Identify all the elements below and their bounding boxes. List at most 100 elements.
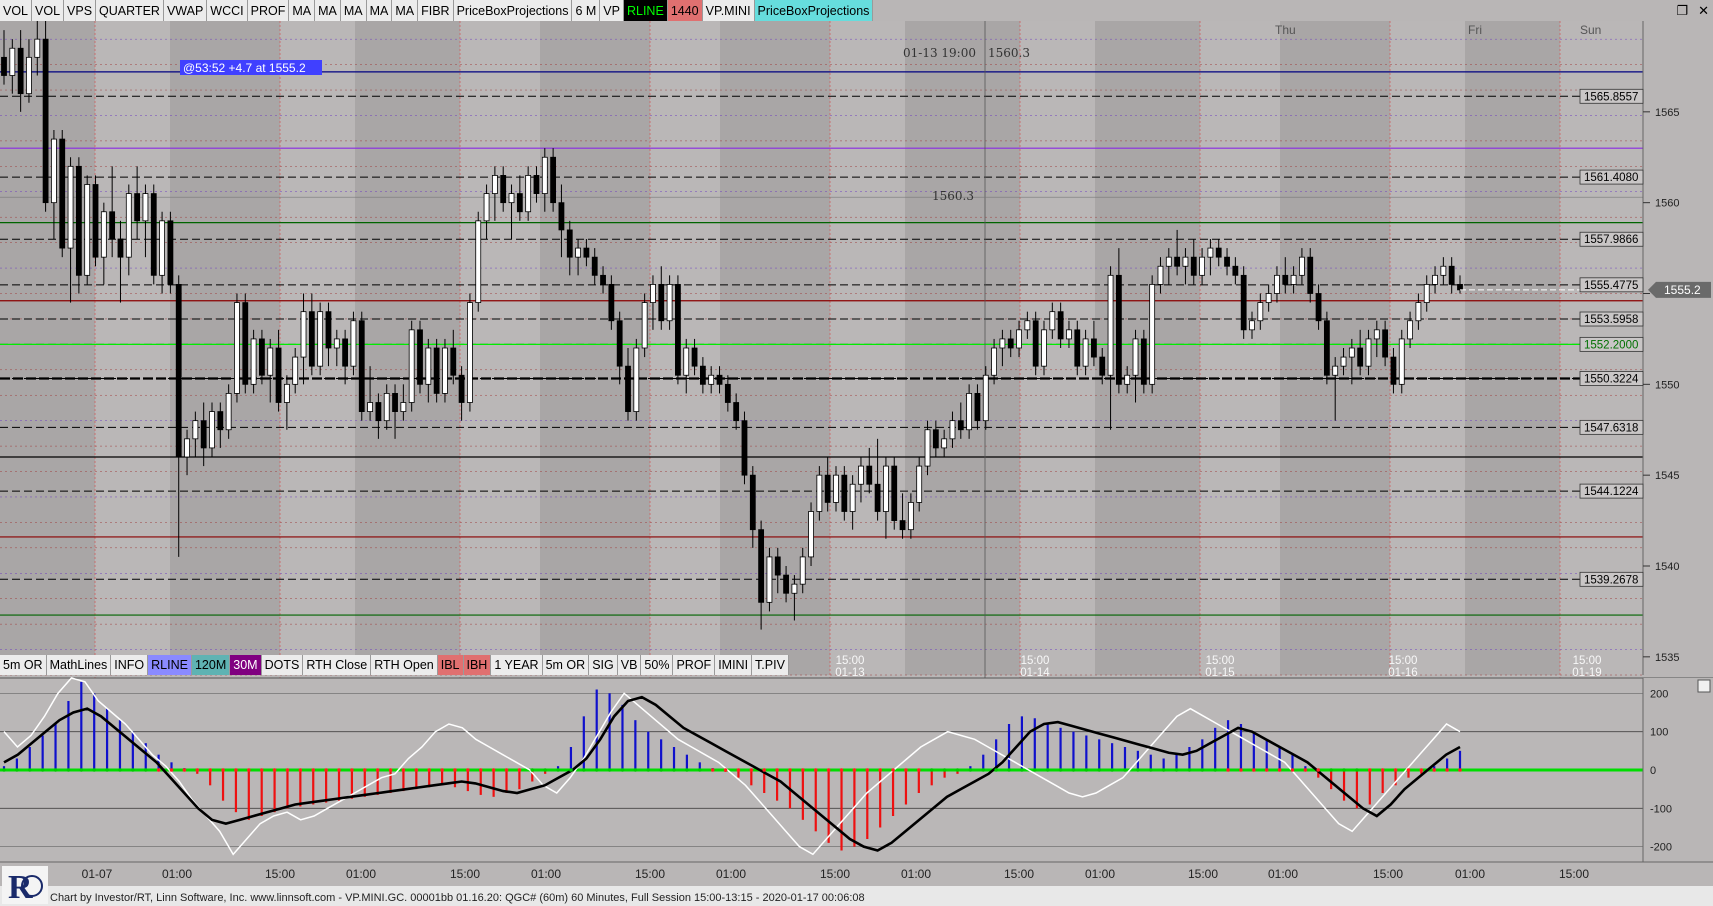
squeeze-dot — [1161, 768, 1166, 772]
squeeze-dot — [633, 768, 638, 772]
squeeze-dot — [298, 768, 303, 772]
candle-body — [1332, 365, 1339, 376]
squeeze-dot — [968, 768, 973, 772]
squeeze-dot — [208, 768, 212, 772]
price-tick-label: 1535 — [1655, 652, 1679, 664]
candle-body — [1373, 329, 1380, 340]
indicator-tick-label: 0 — [1650, 765, 1656, 777]
candle-body — [450, 347, 457, 376]
candle-body — [816, 474, 823, 512]
candle-body — [383, 393, 390, 422]
squeeze-dot — [775, 768, 779, 772]
candle-body — [1232, 265, 1239, 276]
squeeze-dot — [53, 768, 58, 772]
candle-body — [633, 347, 640, 412]
candle-body — [1299, 256, 1305, 276]
tb3-30m-button[interactable]: 30M — [230, 655, 262, 675]
squeeze-dot — [1239, 768, 1243, 772]
candle-body — [866, 465, 873, 485]
time-tick-label: 15:00 — [1004, 867, 1034, 881]
candle-body — [533, 175, 540, 194]
time-tick-label: 15:00 — [265, 867, 295, 881]
tb3-120m-button[interactable]: 120M — [191, 655, 231, 675]
tb3-rth-close-button[interactable]: RTH Close — [303, 655, 372, 675]
tb3-rth-open-button[interactable]: RTH Open — [371, 655, 438, 675]
squeeze-dot — [1355, 768, 1359, 772]
candle-body — [117, 238, 124, 258]
x-time-label: 15:00 — [1021, 655, 1050, 667]
time-tick-label: 01:00 — [716, 867, 746, 881]
candle-body — [1432, 274, 1438, 285]
squeeze-dot — [1071, 768, 1076, 772]
candle-body — [1448, 265, 1455, 285]
crosshair-time-label: 01-13 19:00 — [903, 46, 976, 60]
candle-body — [283, 383, 290, 403]
candle-body — [716, 374, 723, 385]
candle-body — [966, 393, 973, 431]
squeeze-dot — [491, 768, 496, 772]
candle-body — [142, 193, 149, 222]
tb3-dots-button[interactable]: DOTS — [262, 655, 304, 675]
candle-body — [200, 420, 207, 449]
candle-body — [109, 211, 116, 240]
squeeze-dot — [1406, 768, 1411, 772]
price-tick-label: 1550 — [1655, 379, 1679, 391]
candle-body — [342, 338, 349, 367]
squeeze-dot — [1097, 768, 1102, 772]
price-tick-label: 1565 — [1655, 107, 1679, 119]
candle-body — [1390, 356, 1397, 385]
candle-body — [400, 402, 407, 412]
squeeze-dot — [440, 768, 444, 772]
squeeze-dot — [1303, 768, 1308, 772]
candle-body — [442, 347, 448, 394]
candle-body — [250, 338, 257, 385]
footer-text: Chart by Investor/RT, Linn Software, Inc… — [50, 892, 865, 904]
tb3-info-button[interactable]: INFO — [111, 655, 149, 675]
level-label: 1553.5958 — [1584, 314, 1638, 326]
candle-body — [34, 38, 41, 58]
squeeze-dot — [1445, 768, 1449, 772]
squeeze-dot — [92, 768, 96, 772]
squeeze-dot — [672, 768, 676, 772]
candle-body — [1290, 274, 1297, 285]
candle-body — [209, 411, 215, 449]
candle-body — [1382, 329, 1389, 358]
time-tick-label: 01:00 — [1268, 867, 1298, 881]
candle-body — [883, 465, 889, 512]
squeeze-dot — [1226, 768, 1230, 772]
candle-body — [175, 284, 182, 458]
candle-body — [267, 347, 274, 376]
tb3-50--button[interactable]: 50% — [641, 655, 674, 675]
tb3-t-piv-button[interactable]: T.PIV — [752, 655, 789, 675]
tb3-imini-button[interactable]: IMINI — [715, 655, 753, 675]
tb3-ibh-button[interactable]: IBH — [463, 655, 492, 675]
candle-body — [51, 138, 57, 204]
candle-body — [924, 429, 931, 467]
tb3-ibl-button[interactable]: IBL — [437, 655, 464, 675]
price-tick-label: 1560 — [1655, 198, 1679, 210]
tb3-prof-button[interactable]: PROF — [673, 655, 716, 675]
candle-body — [982, 374, 989, 422]
tb3-mathlines-button[interactable]: MathLines — [47, 655, 112, 675]
candle-body — [1149, 284, 1156, 385]
tb3-1-year-button[interactable]: 1 YEAR — [491, 655, 543, 675]
squeeze-dot — [582, 768, 586, 772]
tb3-vb-button[interactable]: VB — [618, 655, 642, 675]
squeeze-dot — [427, 768, 432, 772]
candle-body — [1240, 274, 1247, 331]
tb3-rline-button[interactable]: RLINE — [148, 655, 192, 675]
candle-body — [508, 193, 515, 204]
squeeze-dot — [453, 768, 457, 772]
squeeze-dot — [801, 768, 805, 772]
candle-body — [1348, 347, 1355, 358]
candle-body — [641, 302, 648, 349]
tb3-5m-or-button[interactable]: 5m OR — [0, 655, 47, 675]
squeeze-dot — [1329, 768, 1333, 772]
tb3-sig-button[interactable]: SIG — [589, 655, 618, 675]
squeeze-dot — [105, 768, 109, 772]
candle-body — [658, 284, 665, 322]
x-date-label: 01-14 — [1020, 667, 1050, 679]
tb3-5m-or-button[interactable]: 5m OR — [543, 655, 590, 675]
level-label: 1539.2678 — [1584, 574, 1638, 586]
squeeze-dot — [324, 768, 328, 772]
